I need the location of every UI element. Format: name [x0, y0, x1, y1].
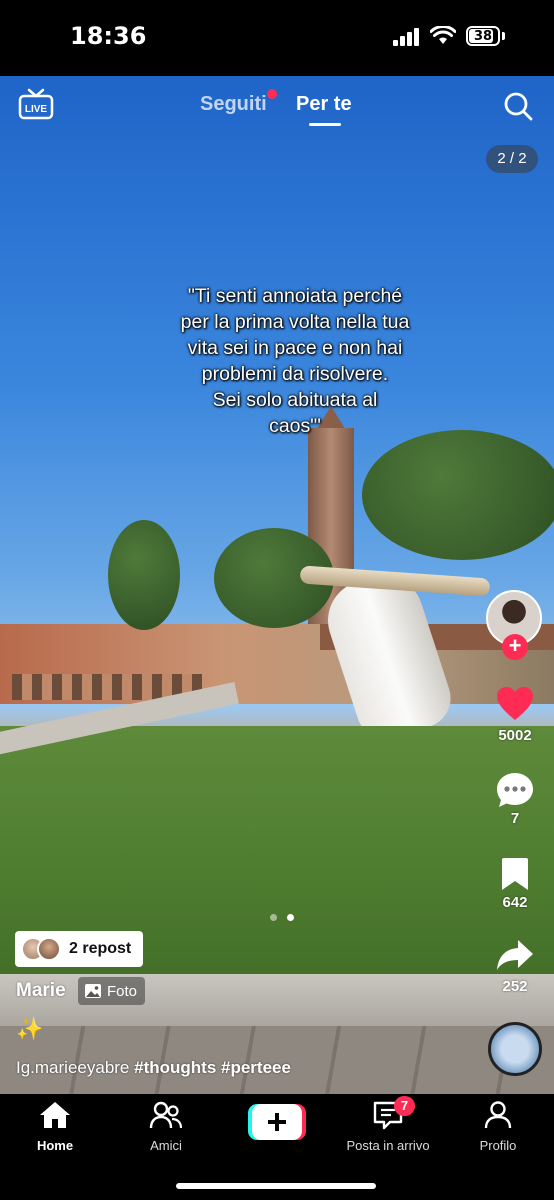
friends-icon — [149, 1101, 183, 1129]
live-tv-icon[interactable]: LIVE — [18, 88, 54, 120]
nav-friends[interactable]: Amici — [116, 1098, 216, 1153]
nav-profile-label: Profilo — [479, 1138, 517, 1153]
like-heart-icon[interactable] — [496, 686, 534, 722]
nav-home[interactable]: Home — [5, 1098, 105, 1153]
share-arrow-icon[interactable] — [496, 938, 534, 972]
repost-label: 2 repost — [69, 940, 132, 957]
photo-caption-overlay: "Ti senti annoiata perché per la prima v… — [180, 285, 410, 437]
repost-avatar — [37, 937, 61, 961]
comment-icon[interactable] — [495, 771, 535, 809]
svg-text:LIVE: LIVE — [25, 104, 48, 115]
notification-dot — [267, 89, 277, 99]
wifi-icon — [430, 26, 456, 44]
nav-home-label: Home — [36, 1138, 74, 1153]
carousel-dot-2 — [287, 914, 294, 921]
post-description: Ig.marieeyabre #thoughts #perteee — [16, 1058, 291, 1078]
tab-for-you[interactable]: Per te — [296, 93, 352, 116]
bookmark-icon[interactable] — [501, 857, 529, 891]
comment-count: 7 — [510, 810, 520, 827]
profile-icon — [484, 1101, 512, 1129]
battery-icon: 38 — [466, 26, 500, 46]
home-icon — [40, 1102, 70, 1128]
like-count: 5002 — [498, 727, 532, 744]
tab-following[interactable]: Seguiti — [200, 93, 267, 116]
home-indicator — [176, 1183, 376, 1189]
search-icon[interactable] — [503, 91, 533, 121]
active-tab-indicator — [309, 123, 341, 126]
post-handle: Ig.marieeyabre — [16, 1058, 130, 1077]
photo-tag-label: Foto — [107, 982, 138, 1000]
cellular-signal-icon — [393, 28, 423, 46]
carousel-dots — [265, 908, 299, 926]
status-time: 18:36 — [70, 22, 147, 50]
nav-profile[interactable]: Profilo — [448, 1098, 548, 1153]
follow-plus-button[interactable]: + — [502, 634, 528, 660]
repost-chip[interactable]: 2 repost — [15, 931, 144, 967]
sparkle-emoji: ✨ — [16, 1016, 44, 1041]
share-count: 252 — [502, 978, 528, 995]
status-bar: 18:36 38 — [0, 0, 554, 76]
create-plus-button[interactable] — [248, 1104, 306, 1140]
carousel-dot-1 — [270, 914, 277, 921]
photo-page-counter: 2 / 2 — [486, 145, 538, 173]
nav-inbox[interactable]: Posta in arrivo — [338, 1098, 438, 1153]
sound-disc[interactable] — [488, 1022, 542, 1076]
author-name[interactable]: Marie — [16, 980, 66, 1002]
nav-friends-label: Amici — [150, 1138, 182, 1153]
image-icon — [85, 984, 101, 998]
inbox-badge: 7 — [394, 1096, 415, 1116]
save-count: 642 — [502, 894, 528, 911]
photo-mode-tag[interactable]: Foto — [78, 977, 146, 1005]
battery-level: 38 — [473, 29, 493, 44]
post-hashtags[interactable]: #thoughts #perteee — [134, 1058, 291, 1077]
nav-inbox-label: Posta in arrivo — [346, 1138, 430, 1153]
